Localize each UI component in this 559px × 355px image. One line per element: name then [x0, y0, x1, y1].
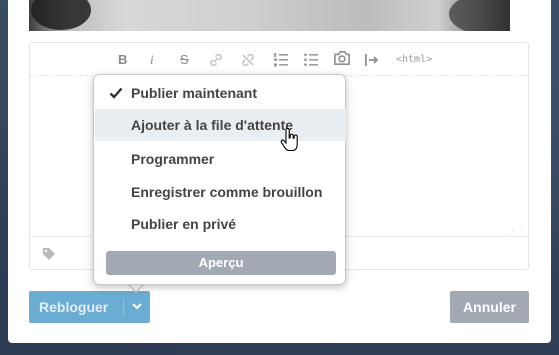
reblog-label[interactable]: Rebloguer — [39, 299, 108, 315]
menu-item-label: Enregistrer comme brouillon — [131, 184, 323, 200]
read-more-icon[interactable] — [364, 52, 380, 68]
photo-shadow-left — [31, 0, 91, 30]
menu-item-label: Publier en privé — [131, 216, 237, 232]
menu-item-publish-now[interactable]: Publier maintenant — [95, 77, 346, 109]
cancel-button[interactable]: Annuler — [450, 291, 529, 323]
unlink-icon[interactable] — [240, 52, 256, 68]
menu-item-label: Ajouter à la file d'attente — [131, 117, 294, 133]
menu-item-save-draft[interactable]: Enregistrer comme brouillon — [95, 176, 346, 208]
chevron-down-icon[interactable] — [131, 300, 143, 312]
strikethrough-icon[interactable]: S — [180, 52, 189, 68]
link-icon[interactable] — [208, 52, 224, 68]
menu-item-label: Publier maintenant — [131, 85, 258, 101]
checkmark-icon — [109, 87, 123, 99]
numbered-list-icon[interactable] — [273, 52, 289, 68]
menu-item-label: Programmer — [131, 151, 215, 167]
menu-item-schedule[interactable]: Programmer — [95, 143, 346, 175]
html-mode-toggle[interactable]: <html> — [396, 52, 432, 68]
tag-icon — [43, 248, 55, 260]
photo-shadow-right — [449, 0, 510, 31]
bold-icon[interactable]: B — [118, 52, 127, 68]
bullet-list-icon[interactable] — [303, 52, 319, 68]
camera-icon[interactable] — [332, 50, 352, 66]
italic-icon[interactable]: i — [150, 52, 154, 68]
hand-cursor-icon — [280, 128, 298, 152]
publish-options-menu: Publier maintenant Ajouter à la file d'a… — [93, 74, 346, 285]
preview-button[interactable]: Aperçu — [106, 251, 336, 275]
menu-item-add-to-queue[interactable]: Ajouter à la file d'attente — [95, 109, 346, 141]
menu-item-private[interactable]: Publier en privé — [95, 208, 346, 240]
reblog-button[interactable]: Rebloguer — [29, 291, 150, 323]
button-divider — [123, 298, 124, 316]
editor-toolbar: B i S <html> — [30, 43, 528, 76]
post-photo — [29, 0, 510, 31]
